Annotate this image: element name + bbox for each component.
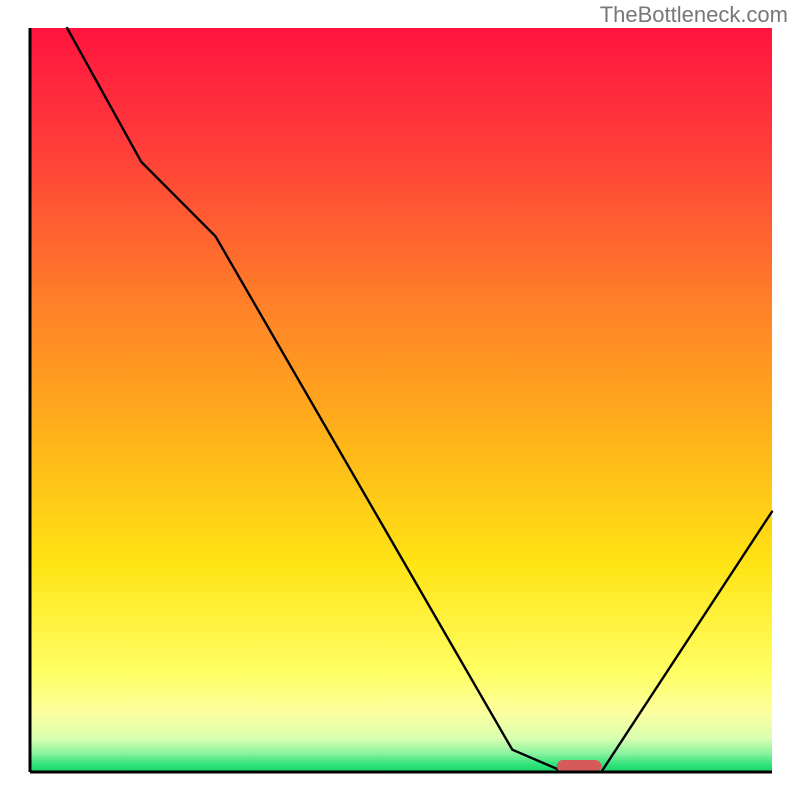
chart-container: TheBottleneck.com (0, 0, 800, 800)
bottleneck-chart (0, 0, 800, 800)
watermark-text: TheBottleneck.com (600, 2, 788, 28)
